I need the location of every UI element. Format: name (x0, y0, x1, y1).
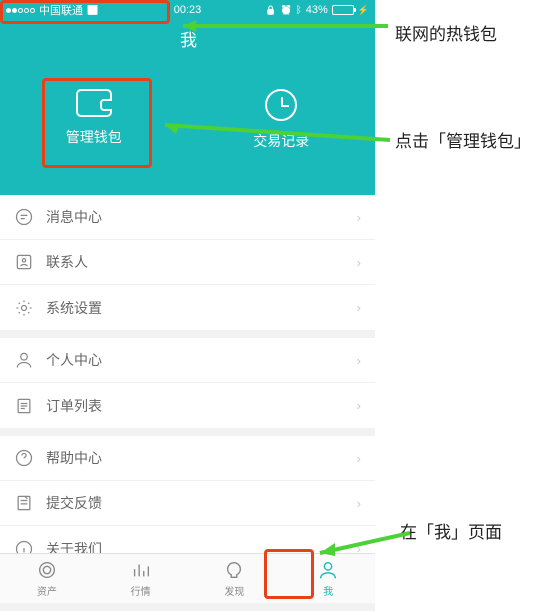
transaction-history-button[interactable]: 交易记录 (253, 89, 309, 151)
menu-feedback[interactable]: 提交反馈 › (0, 481, 375, 526)
tab-label: 我 (323, 583, 333, 598)
lock-icon (265, 4, 276, 16)
help-icon (14, 448, 34, 468)
manage-wallet-label: 管理钱包 (66, 127, 122, 147)
me-icon (317, 559, 339, 581)
chevron-right-icon: › (357, 398, 361, 413)
annotation-hot-wallet: 联网的热钱包 (395, 20, 497, 45)
tab-assets[interactable]: 资产 (0, 554, 94, 603)
menu-contacts[interactable]: 联系人 › (0, 240, 375, 285)
battery-icon (332, 5, 354, 15)
menu-messages[interactable]: 消息中心 › (0, 195, 375, 240)
chevron-right-icon: › (357, 496, 361, 511)
chevron-right-icon: › (357, 451, 361, 466)
market-icon (130, 559, 152, 581)
wallet-icon (76, 89, 112, 117)
tab-discover[interactable]: 发现 (188, 554, 282, 603)
battery-percent: 43% (306, 4, 328, 16)
menu-label: 联系人 (46, 252, 88, 272)
tab-label: 行情 (131, 583, 151, 598)
gear-icon (14, 298, 34, 318)
bluetooth-icon (296, 4, 302, 16)
menu-profile[interactable]: 个人中心 › (0, 338, 375, 383)
menu-label: 帮助中心 (46, 448, 102, 468)
chevron-right-icon: › (357, 353, 361, 368)
page-title: 我 (180, 20, 380, 51)
tab-market[interactable]: 行情 (94, 554, 188, 603)
discover-icon (223, 559, 245, 581)
chevron-right-icon: › (357, 255, 361, 270)
annotation-me-page: 在「我」页面 (400, 518, 502, 543)
wifi-icon (87, 4, 98, 16)
list-icon (14, 396, 34, 416)
person-icon (14, 350, 34, 370)
menu-orders[interactable]: 订单列表 › (0, 383, 375, 428)
contacts-icon (14, 252, 34, 272)
transaction-history-label: 交易记录 (253, 131, 309, 151)
clock-icon (265, 89, 297, 121)
menu-label: 系统设置 (46, 298, 102, 318)
chevron-right-icon: › (357, 210, 361, 225)
header: 我 管理钱包 交易记录 (0, 20, 375, 195)
menu-label: 个人中心 (46, 350, 102, 370)
manage-wallet-button[interactable]: 管理钱包 (66, 89, 122, 151)
alarm-icon (281, 4, 292, 16)
assets-icon (36, 559, 58, 581)
charging-icon (358, 4, 369, 16)
tab-me[interactable]: 我 (281, 554, 375, 603)
menu-settings[interactable]: 系统设置 › (0, 285, 375, 330)
signal-icon (6, 8, 35, 13)
message-icon (14, 207, 34, 227)
carrier-label: 中国联通 (39, 2, 83, 18)
menu-label: 提交反馈 (46, 493, 102, 513)
menu-help[interactable]: 帮助中心 › (0, 436, 375, 481)
status-time: 00:23 (174, 4, 202, 16)
chevron-right-icon: › (357, 300, 361, 315)
feedback-icon (14, 493, 34, 513)
status-bar: 中国联通 00:23 43% (0, 0, 375, 20)
tab-bar: 资产 行情 发现 我 (0, 553, 375, 603)
tab-label: 发现 (224, 583, 244, 598)
annotation-click-wallet: 点击「管理钱包」 (395, 130, 531, 154)
tab-label: 资产 (37, 583, 57, 598)
menu-label: 订单列表 (46, 396, 102, 416)
menu-label: 消息中心 (46, 207, 102, 227)
